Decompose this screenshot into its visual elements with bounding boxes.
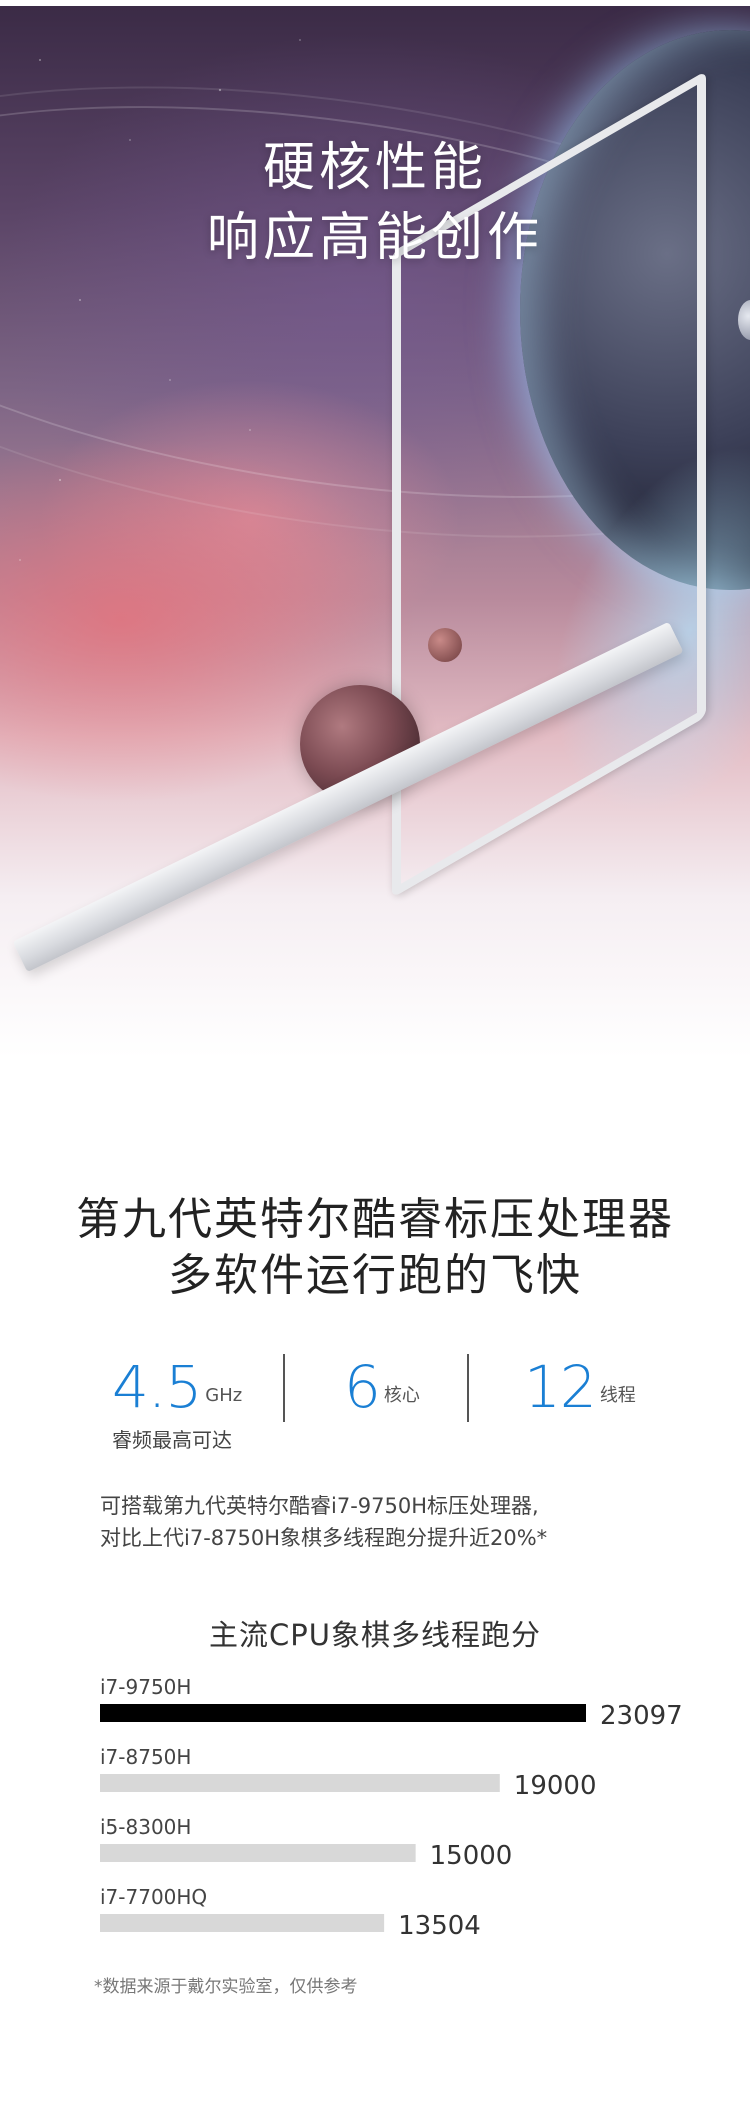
- bar: [100, 1914, 385, 1932]
- section-headline-line2: 多软件运行跑的飞快: [168, 1250, 582, 1301]
- spec-value: 6: [344, 1353, 381, 1421]
- bar-value-label: 23097: [600, 1701, 683, 1731]
- footnote: *数据来源于戴尔实验室，仅供参考: [94, 1977, 358, 1997]
- bar: [100, 1844, 416, 1862]
- spec-unit: 线程: [599, 1385, 636, 1406]
- description-line2: 对比上代i7-8750H象棋多线程跑分提升近20%*: [100, 1526, 548, 1550]
- spec-value: 12: [524, 1353, 597, 1421]
- chart-title: 主流CPU象棋多线程跑分: [209, 1618, 541, 1652]
- bar-category-label: i7-7700HQ: [100, 1885, 207, 1909]
- spec-divider: [467, 1354, 469, 1422]
- spec-divider: [283, 1354, 285, 1422]
- spec-unit: GHz: [205, 1385, 243, 1406]
- bar-category-label: i7-9750H: [100, 1675, 191, 1699]
- spec-unit: 核心: [383, 1385, 420, 1406]
- cpu-benchmark-bar-chart: i7-9750H 23097 i7-8750H 19000 i5-8300H 15000 i…: [100, 1675, 683, 1941]
- tiny-planet-image: [428, 628, 462, 662]
- spec-cores: 6 核心: [344, 1352, 420, 1442]
- hero-title-line1: 硬核性能: [262, 138, 487, 198]
- bar-value-label: 15000: [430, 1841, 513, 1871]
- bar-value-label: 13504: [398, 1911, 481, 1941]
- bar: [100, 1774, 500, 1792]
- spec-frequency: 4.5 GHz 睿频最高可达: [112, 1352, 243, 1452]
- hero-title-line2: 响应高能创作: [206, 208, 543, 268]
- spec-value: 4.5: [112, 1353, 202, 1421]
- bar-value-label: 19000: [514, 1771, 597, 1801]
- top-strip: [0, 0, 750, 6]
- description-line1: 可搭载第九代英特尔酷睿i7-9750H标压处理器,: [100, 1494, 539, 1518]
- spec-threads: 12 线程: [524, 1352, 636, 1442]
- bar-category-label: i7-8750H: [100, 1745, 191, 1769]
- section-headline-line1: 第九代英特尔酷睿标压处理器: [76, 1194, 674, 1245]
- hero-banner: 硬核性能 响应高能创作: [0, 0, 750, 1150]
- spec-caption: 睿频最高可达: [112, 1428, 232, 1452]
- bar-category-label: i5-8300H: [100, 1815, 191, 1839]
- bar: [100, 1704, 586, 1722]
